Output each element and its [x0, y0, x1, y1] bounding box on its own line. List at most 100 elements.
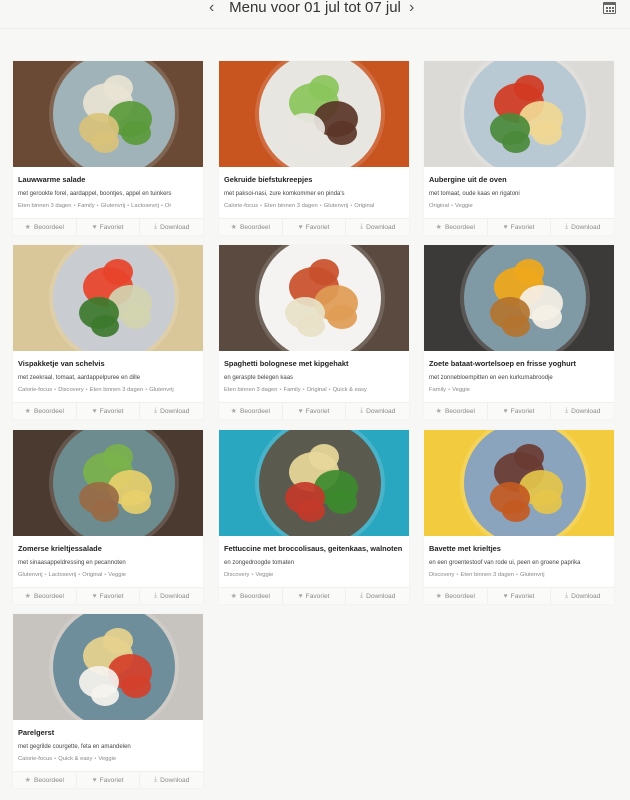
- recipe-title[interactable]: Aubergine uit de oven: [429, 175, 507, 184]
- food-icon: [297, 131, 325, 153]
- recipe-title[interactable]: Fettuccine met broccolisaus, geitenkaas,…: [224, 544, 402, 553]
- soup-photo[interactable]: [424, 245, 614, 351]
- favorite-button[interactable]: ♥ Favoriet: [283, 588, 347, 604]
- rate-button[interactable]: ★ Beoordeel: [424, 403, 488, 419]
- tag-separator: •: [328, 387, 331, 393]
- food-icon: [514, 259, 544, 285]
- recipe-card[interactable]: Fettuccine met broccolisaus, geitenkaas,…: [219, 430, 409, 604]
- rate-label: Beoordeel: [33, 407, 64, 415]
- rate-button[interactable]: ★ Beoordeel: [424, 219, 488, 235]
- download-button[interactable]: ⤓ Download: [140, 772, 203, 788]
- recipe-subtitle: met gegrilde courgette, feta en amandele…: [18, 744, 131, 750]
- recipe-card[interactable]: Zomerse krieltjessalade met sinaasappeld…: [13, 430, 203, 604]
- beef-salad-photo[interactable]: [219, 61, 409, 167]
- food-icon: [514, 444, 544, 470]
- tag-separator: •: [448, 387, 451, 393]
- download-button[interactable]: ⤓ Download: [551, 219, 614, 235]
- recipe-tag: Family: [429, 387, 447, 393]
- recipe-tags: Eten binnen 3 dagen • Family • Original • Quic…: [224, 387, 406, 393]
- steak-photo[interactable]: [424, 430, 614, 536]
- download-label: Download: [366, 223, 396, 231]
- rate-button[interactable]: ★ Beoordeel: [219, 588, 283, 604]
- download-icon: ⤓: [564, 407, 569, 414]
- download-button[interactable]: ⤓ Download: [140, 219, 203, 235]
- download-button[interactable]: ⤓ Download: [551, 588, 614, 604]
- recipe-title[interactable]: Parelgerst: [18, 728, 54, 737]
- download-button[interactable]: ⤓ Download: [346, 588, 409, 604]
- favorite-button[interactable]: ♥ Favoriet: [77, 772, 141, 788]
- recipe-card[interactable]: Spaghetti bolognese met kipgehakt en ger…: [219, 245, 409, 419]
- rate-button[interactable]: ★ Beoordeel: [424, 588, 488, 604]
- rate-button[interactable]: ★ Beoordeel: [13, 772, 77, 788]
- favorite-button[interactable]: ♥ Favoriet: [488, 403, 552, 419]
- potato-salad-photo[interactable]: [13, 430, 203, 536]
- heart-icon: ♥: [503, 223, 508, 231]
- pasta-bake-photo[interactable]: [424, 61, 614, 167]
- tag-separator: •: [456, 572, 459, 578]
- recipe-actions: ★ Beoordeel ♥ Favoriet ⤓ Download: [13, 218, 203, 235]
- recipe-tag: Veggie: [98, 756, 117, 762]
- rate-button[interactable]: ★ Beoordeel: [219, 403, 283, 419]
- download-button[interactable]: ⤓ Download: [346, 403, 409, 419]
- favorite-label: Favoriet: [99, 223, 124, 231]
- download-label: Download: [160, 407, 190, 415]
- recipe-card[interactable]: Gekruide biefstukreepjes met paksoi-nasi…: [219, 61, 409, 235]
- fish-parcel-photo[interactable]: [13, 245, 203, 351]
- recipe-title[interactable]: Spaghetti bolognese met kipgehakt: [224, 359, 348, 368]
- favorite-button[interactable]: ♥ Favoriet: [77, 588, 141, 604]
- download-label: Download: [160, 223, 190, 231]
- recipe-title[interactable]: Zomerse krieltjessalade: [18, 544, 102, 553]
- rate-button[interactable]: ★ Beoordeel: [13, 588, 77, 604]
- recipe-subtitle: met zeekraal, tomaat, aardappelpuree en …: [18, 375, 141, 381]
- recipe-tag: Original: [354, 203, 375, 209]
- tag-separator: •: [54, 756, 57, 762]
- download-button[interactable]: ⤓ Download: [140, 403, 203, 419]
- recipe-title[interactable]: Lauwwarme salade: [18, 175, 85, 184]
- recipe-card[interactable]: Zoete bataat-wortelsoep en frisse yoghur…: [424, 245, 614, 419]
- favorite-button[interactable]: ♥ Favoriet: [488, 588, 552, 604]
- recipe-title[interactable]: Bavette met krieltjes: [429, 544, 501, 553]
- recipe-title[interactable]: Gekruide biefstukreepjes: [224, 175, 312, 184]
- calendar-icon[interactable]: [603, 2, 616, 14]
- favorite-button[interactable]: ♥ Favoriet: [488, 219, 552, 235]
- recipe-card[interactable]: Parelgerst met gegrilde courgette, feta …: [13, 614, 203, 788]
- favorite-button[interactable]: ♥ Favoriet: [283, 403, 347, 419]
- food-icon: [121, 674, 151, 698]
- recipe-card[interactable]: Bavette met krieltjes en een groentestoo…: [424, 430, 614, 604]
- rate-button[interactable]: ★ Beoordeel: [13, 403, 77, 419]
- food-icon: [502, 500, 530, 522]
- recipe-card[interactable]: Vispakketje van schelvis met zeekraal, t…: [13, 245, 203, 419]
- favorite-button[interactable]: ♥ Favoriet: [77, 219, 141, 235]
- recipe-title[interactable]: Zoete bataat-wortelsoep en frisse yoghur…: [429, 359, 576, 368]
- recipe-tag: Original: [306, 387, 327, 393]
- fettuccine-photo[interactable]: [219, 430, 409, 536]
- food-icon: [103, 259, 133, 285]
- rate-button[interactable]: ★ Beoordeel: [219, 219, 283, 235]
- tag-separator: •: [145, 387, 148, 393]
- download-icon: ⤓: [153, 776, 158, 783]
- recipe-tag: Family: [77, 203, 95, 209]
- tag-separator: •: [350, 203, 353, 209]
- favorite-button[interactable]: ♥ Favoriet: [283, 219, 347, 235]
- next-week-chevron-icon[interactable]: ›: [409, 0, 414, 16]
- download-icon: ⤓: [359, 592, 364, 599]
- heart-icon: ♥: [298, 592, 303, 600]
- download-button[interactable]: ⤓ Download: [140, 588, 203, 604]
- favorite-button[interactable]: ♥ Favoriet: [77, 403, 141, 419]
- tag-separator: •: [85, 387, 88, 393]
- salad-photo[interactable]: [13, 61, 203, 167]
- recipe-card[interactable]: Lauwwarme salade met gerookte forel, aar…: [13, 61, 203, 235]
- rate-label: Beoordeel: [444, 223, 475, 231]
- download-button[interactable]: ⤓ Download: [551, 403, 614, 419]
- rate-button[interactable]: ★ Beoordeel: [13, 219, 77, 235]
- recipe-tags: Eten binnen 3 dagen • Family • Glutenvrij • La…: [18, 203, 200, 209]
- recipe-tags: Discovery • Eten binnen 3 dagen • Glutenvrij: [429, 572, 611, 578]
- favorite-label: Favoriet: [305, 223, 330, 231]
- download-button[interactable]: ⤓ Download: [346, 219, 409, 235]
- star-icon: ★: [24, 224, 31, 231]
- recipe-tag: Glutenvrij: [100, 203, 126, 209]
- spaghetti-photo[interactable]: [219, 245, 409, 351]
- recipe-card[interactable]: Aubergine uit de oven met tomaat, oude k…: [424, 61, 614, 235]
- barley-photo[interactable]: [13, 614, 203, 720]
- recipe-title[interactable]: Vispakketje van schelvis: [18, 359, 105, 368]
